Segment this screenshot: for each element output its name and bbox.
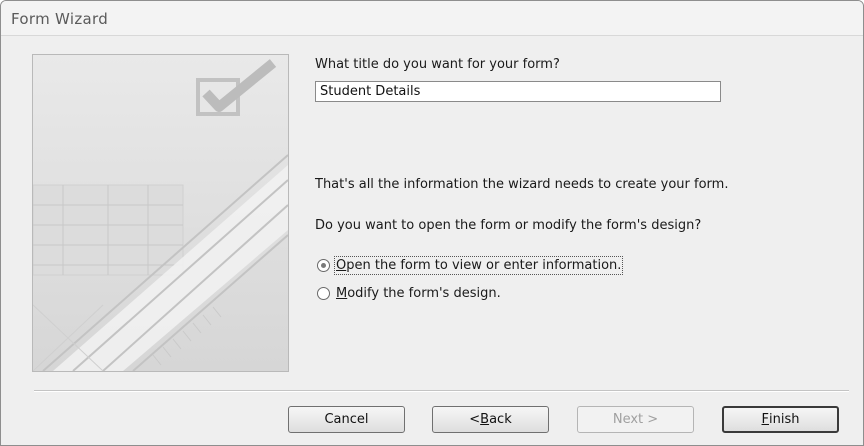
title-bar[interactable]: Form Wizard (1, 1, 863, 36)
radio-button-icon[interactable] (317, 287, 330, 300)
wizard-info-text: That's all the information the wizard ne… (315, 177, 729, 192)
window-title: Form Wizard (11, 10, 109, 28)
radio-open-form[interactable]: Open the form to view or enter informati… (317, 256, 624, 275)
radio-modify-design[interactable]: Modify the form's design. (317, 286, 501, 301)
button-separator (34, 390, 849, 392)
radio-button-icon[interactable] (317, 259, 330, 272)
cancel-button[interactable]: Cancel (288, 406, 405, 433)
form-title-input[interactable] (315, 81, 721, 102)
radio-modify-design-label[interactable]: Modify the form's design. (336, 286, 501, 301)
form-wizard-window: Form Wizard What title do you want for y… (0, 0, 864, 446)
checkmark-wizard-graphic-icon (33, 55, 288, 371)
radio-open-form-label[interactable]: Open the form to view or enter informati… (333, 256, 624, 275)
next-button[interactable]: Next > (577, 406, 694, 433)
wizard-side-image (32, 54, 289, 372)
back-button[interactable]: < Back (432, 406, 549, 433)
form-title-question: What title do you want for your form? (315, 57, 560, 72)
finish-button[interactable]: Finish (722, 406, 839, 433)
open-or-modify-question: Do you want to open the form or modify t… (315, 218, 702, 233)
